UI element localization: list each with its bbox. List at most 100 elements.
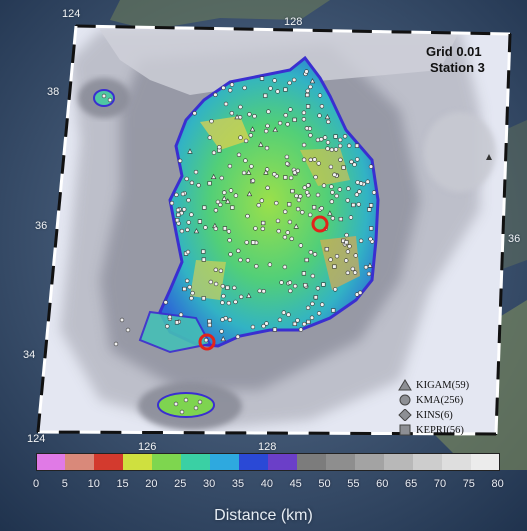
- station-label: Station 3: [430, 60, 485, 75]
- station-marker: [289, 236, 294, 242]
- station-marker: [178, 312, 184, 317]
- colorbar-segment: [181, 453, 211, 471]
- station-marker: [358, 290, 363, 295]
- station-marker: [236, 248, 241, 254]
- colorbar-segment: [471, 453, 500, 471]
- distance-halo-ulleung: [424, 112, 496, 192]
- station-marker: [113, 341, 119, 347]
- station-marker: [227, 317, 233, 322]
- station-marker: [233, 193, 239, 198]
- station-marker: [169, 200, 175, 206]
- frame-tick: [505, 88, 510, 107]
- lon-tick-label: 126: [138, 441, 157, 453]
- station-marker: [329, 199, 334, 204]
- station-marker: [256, 203, 261, 208]
- station-marker: [277, 317, 283, 322]
- heatmap-hotspot-4: [190, 260, 226, 300]
- lon-tick-top-label: 124: [62, 8, 81, 20]
- frame-tick: [69, 62, 75, 82]
- station-marker: [272, 172, 277, 177]
- triangle-icon: [398, 379, 412, 391]
- station-marker: [333, 147, 339, 152]
- colorbar-segment: [210, 453, 240, 471]
- station-marker: [261, 220, 266, 226]
- station-marker: [316, 161, 321, 166]
- station-marker: [226, 300, 232, 306]
- station-marker: [302, 321, 307, 327]
- station-marker: [179, 409, 185, 415]
- station-marker: [175, 207, 181, 213]
- station-marker: [257, 288, 262, 294]
- legend-item-kins: KINS(6): [398, 408, 453, 422]
- station-marker: [174, 320, 180, 325]
- station-marker: [353, 253, 358, 258]
- station-marker: [230, 205, 235, 210]
- station-marker: [351, 202, 356, 208]
- station-marker: [287, 280, 293, 285]
- map-frame: [38, 26, 510, 434]
- station-marker: [288, 107, 293, 112]
- station-marker: [165, 324, 170, 329]
- station-marker: [355, 180, 360, 185]
- station-marker: [329, 184, 334, 189]
- station-marker: [345, 198, 350, 203]
- colorbar-tick-label: 45: [289, 478, 302, 490]
- colorbar-tick-label: 15: [116, 478, 129, 490]
- station-marker: [282, 235, 288, 240]
- station-marker: [186, 220, 191, 225]
- colorbar-segment: [36, 453, 66, 471]
- station-marker: [203, 337, 209, 343]
- station-marker: [305, 92, 310, 98]
- lat-tick-label: 38: [47, 86, 60, 98]
- station-marker: [228, 188, 234, 193]
- station-marker: [358, 238, 364, 244]
- station-marker: [356, 202, 361, 207]
- station-marker: [367, 207, 372, 212]
- frame-tick: [498, 306, 502, 325]
- colorbar-tick-label: 55: [347, 478, 360, 490]
- lon-tick-label: 124: [27, 433, 46, 445]
- station-marker: [222, 190, 227, 195]
- station-marker: [253, 226, 258, 231]
- colorbar-tick-label: 0: [32, 478, 40, 490]
- station-marker: [201, 249, 206, 254]
- colorbar-title: Distance (km): [214, 507, 313, 524]
- station-marker: [250, 178, 256, 183]
- station-marker: [315, 192, 321, 198]
- station-marker: [274, 200, 279, 206]
- station-marker: [268, 86, 273, 91]
- station-marker: [196, 183, 201, 188]
- station-marker: [321, 282, 326, 287]
- station-marker: [319, 104, 325, 109]
- colorbar-segment: [297, 453, 327, 471]
- station-marker: [283, 175, 288, 180]
- station-marker: [288, 288, 293, 294]
- station-marker: [348, 215, 354, 220]
- legend-label: KEPRI(56): [416, 424, 464, 436]
- station-marker: [275, 218, 281, 224]
- station-marker: [321, 183, 327, 188]
- station-marker: [215, 199, 221, 205]
- colorbar-tick-label: 20: [145, 478, 158, 490]
- colorbar-segment: [413, 453, 443, 471]
- frame-tick: [504, 124, 509, 144]
- station-marker: [306, 183, 311, 188]
- frame-tick: [45, 321, 50, 340]
- station-marker: [182, 207, 187, 212]
- lat-tick-right-label: 36: [508, 233, 521, 245]
- station-marker: [296, 197, 302, 203]
- station-marker: [368, 236, 373, 242]
- station-marker: [226, 229, 232, 234]
- station-marker: [208, 279, 214, 285]
- station-marker: [347, 143, 352, 148]
- station-marker: [344, 232, 349, 238]
- station-marker: [338, 137, 343, 143]
- colorbar-tick-label: 65: [404, 478, 418, 490]
- station-marker: [305, 104, 311, 109]
- station-marker: [310, 273, 315, 279]
- station-marker: [315, 286, 321, 291]
- station-marker: [264, 321, 269, 326]
- station-marker: [322, 135, 328, 140]
- colorbar-tick-label: 80: [491, 478, 504, 490]
- colorbar-segment: [239, 453, 269, 471]
